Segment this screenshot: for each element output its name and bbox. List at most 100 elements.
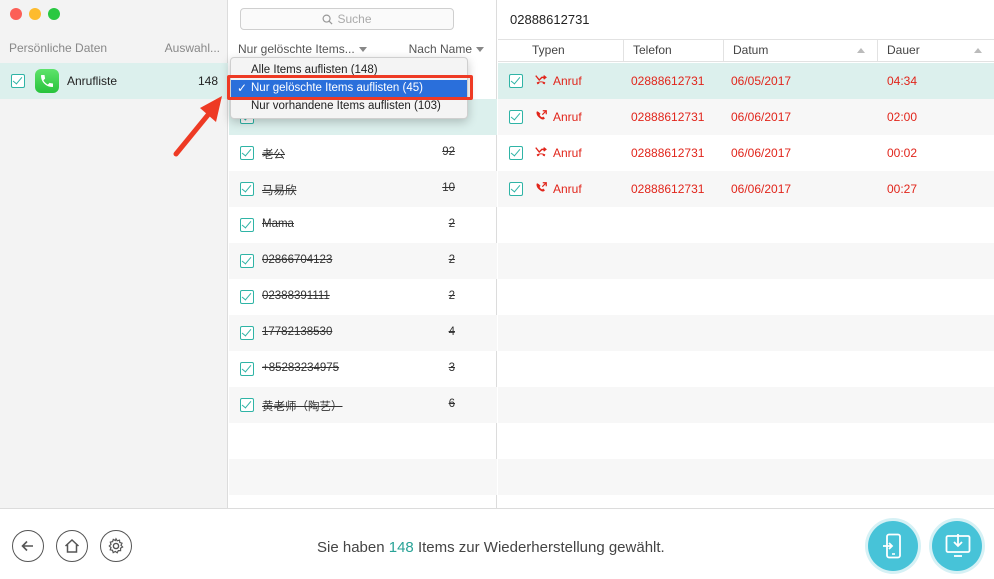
table-row[interactable]: Anruf 02888612731 06/06/2017 00:27 <box>498 171 994 207</box>
row-checkbox[interactable] <box>240 218 254 232</box>
sort-up-icon <box>974 48 982 53</box>
sidebar-item-count: 148 <box>197 74 218 88</box>
row-checkbox[interactable] <box>240 290 254 304</box>
contact-name: +85283234975 <box>262 362 340 374</box>
table-row[interactable]: Anruf 02888612731 06/06/2017 02:00 <box>498 99 994 135</box>
filter-dropdown[interactable]: Nur gelöschte Items... <box>238 42 367 56</box>
sort-dropdown-label: Nach Name <box>408 42 472 56</box>
restore-to-device-button[interactable] <box>868 521 918 571</box>
contact-row[interactable]: 黄老师（陶艺） 6 <box>229 387 497 423</box>
column-header-dauer[interactable]: Dauer <box>878 40 994 62</box>
contact-count: 2 <box>448 290 455 302</box>
row-checkbox[interactable] <box>509 182 523 196</box>
download-to-computer-icon <box>945 534 971 557</box>
empty-row <box>498 459 994 495</box>
contact-row[interactable]: Mama 2 <box>229 207 497 243</box>
details-table-header: Typen Telefon Datum Dauer <box>498 39 994 62</box>
select-all-label[interactable]: Auswahl... <box>165 41 220 55</box>
back-button[interactable] <box>12 530 44 562</box>
row-checkbox[interactable] <box>240 398 254 412</box>
details-rows: Anruf 02888612731 06/05/2017 04:34 Anruf… <box>498 63 994 495</box>
contact-row[interactable]: +85283234975 3 <box>229 351 497 387</box>
annotation-arrow-icon <box>173 96 222 157</box>
outgoing-call-icon <box>536 110 547 120</box>
row-checkbox[interactable] <box>240 326 254 340</box>
outgoing-call-icon <box>536 182 547 192</box>
row-checkbox[interactable] <box>509 110 523 124</box>
column-header-telefon[interactable]: Telefon <box>624 40 724 62</box>
empty-row <box>498 207 994 243</box>
contact-name: 马易欣 <box>262 185 297 197</box>
column-header-datum[interactable]: Datum <box>724 40 878 62</box>
sidebar-item-checkbox[interactable] <box>11 74 25 88</box>
empty-row <box>498 351 994 387</box>
contact-row[interactable]: 老公 92 <box>229 135 497 171</box>
search-input[interactable]: Suche <box>240 8 454 30</box>
home-icon <box>64 538 80 553</box>
home-button[interactable] <box>56 530 88 562</box>
contact-count: 2 <box>448 254 455 266</box>
contact-count: 10 <box>442 182 455 194</box>
details-title: 02888612731 <box>510 12 590 27</box>
contact-name: 02866704123 <box>262 254 333 266</box>
sidebar-header: Persönliche Daten Auswahl... <box>0 38 228 60</box>
sort-dropdown[interactable]: Nach Name <box>409 42 484 56</box>
search-icon <box>322 14 333 25</box>
contact-row[interactable]: 02388391111 2 <box>229 279 497 315</box>
missed-call-icon <box>535 147 547 157</box>
contact-name: 黄老师（陶艺） <box>262 401 343 413</box>
menu-item-existing[interactable]: Nur vorhandene Items auflisten (103) <box>231 98 467 115</box>
empty-row <box>498 315 994 351</box>
call-duration: 02:00 <box>887 110 918 124</box>
gear-icon <box>108 537 124 554</box>
call-phone: 02888612731 <box>631 182 705 196</box>
search-placeholder: Suche <box>337 12 372 26</box>
status-count: 148 <box>388 539 414 556</box>
call-type: Anruf <box>553 74 582 88</box>
row-checkbox[interactable] <box>509 146 523 160</box>
contact-name: 02388391111 <box>262 290 330 302</box>
call-duration: 04:34 <box>887 74 918 88</box>
call-date: 06/06/2017 <box>731 110 792 124</box>
status-text: Sie haben 148 Items zur Wiederherstellun… <box>317 539 665 556</box>
row-checkbox[interactable] <box>240 254 254 268</box>
contact-count: 6 <box>448 398 455 410</box>
settings-button[interactable] <box>100 530 132 562</box>
row-checkbox[interactable] <box>240 146 254 160</box>
close-window-button[interactable] <box>10 8 22 20</box>
footer-bar: Sie haben 148 Items zur Wiederherstellun… <box>0 508 994 579</box>
call-phone: 02888612731 <box>631 74 705 88</box>
sidebar-header-title: Persönliche Daten <box>9 41 108 55</box>
empty-row <box>498 423 994 459</box>
device-transfer-icon <box>883 533 901 559</box>
contact-row[interactable]: 02866704123 2 <box>229 243 497 279</box>
phone-icon <box>35 69 59 93</box>
empty-row <box>498 243 994 279</box>
row-checkbox[interactable] <box>240 182 254 196</box>
contact-count: 3 <box>448 362 455 374</box>
row-checkbox[interactable] <box>509 74 523 88</box>
zoom-window-button[interactable] <box>48 8 60 20</box>
restore-to-computer-button[interactable] <box>932 521 982 571</box>
sort-up-icon <box>857 48 865 53</box>
call-phone: 02888612731 <box>631 110 705 124</box>
contact-row[interactable]: 马易欣 10 <box>229 171 497 207</box>
chevron-down-icon <box>476 47 484 52</box>
filter-dropdown-label: Nur gelöschte Items... <box>238 42 355 56</box>
contact-row[interactable]: 17782138530 4 <box>229 315 497 351</box>
contact-count: 4 <box>448 326 455 338</box>
call-type: Anruf <box>553 146 582 160</box>
minimize-window-button[interactable] <box>29 8 41 20</box>
call-date: 06/05/2017 <box>731 74 792 88</box>
status-prefix: Sie haben <box>317 539 385 556</box>
empty-row <box>229 423 497 459</box>
column-header-typen[interactable]: Typen <box>498 40 624 62</box>
table-row[interactable]: Anruf 02888612731 06/05/2017 04:34 <box>498 63 994 99</box>
window-controls <box>10 8 60 20</box>
details-pane: 02888612731 Typen Telefon Datum Dauer An… <box>498 0 994 508</box>
call-phone: 02888612731 <box>631 146 705 160</box>
empty-row <box>229 459 497 495</box>
table-row[interactable]: Anruf 02888612731 06/06/2017 00:02 <box>498 135 994 171</box>
back-arrow-icon <box>21 540 33 552</box>
row-checkbox[interactable] <box>240 362 254 376</box>
